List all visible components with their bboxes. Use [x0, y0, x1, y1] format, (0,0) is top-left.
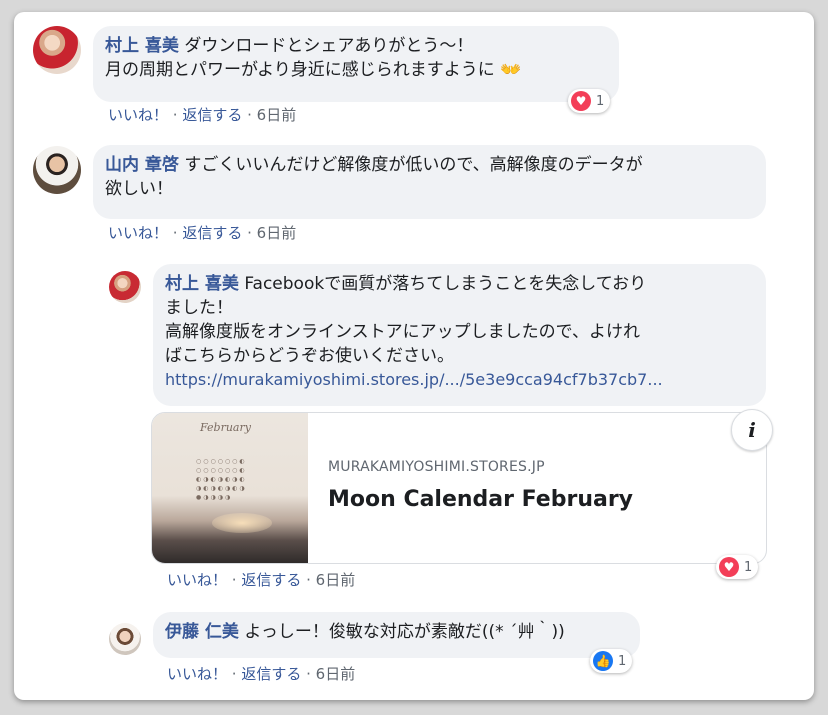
thumbnail-title: February: [200, 421, 251, 434]
comment-actions: いいね！ · 返信する · 6日前: [108, 222, 296, 243]
heart-icon: ♥: [719, 557, 739, 577]
separator: ·: [168, 106, 183, 124]
timestamp[interactable]: 6日前: [316, 665, 356, 683]
separator: ·: [301, 571, 316, 589]
preview-domain: MURAKAMIYOSHIMI.STORES.JP: [328, 459, 545, 475]
reply-text-line: ばこちらからどうぞお使いください。: [165, 346, 454, 366]
reply-text: 村上 喜美 Facebookで画質が落ちてしまうことを失念しており: [165, 272, 754, 296]
open-hands-icon: 👐: [500, 60, 522, 80]
preview-title[interactable]: Moon Calendar February: [328, 487, 633, 512]
reaction-summary[interactable]: ♥ 1: [568, 89, 611, 113]
heart-icon: ♥: [571, 91, 591, 111]
like-link[interactable]: いいね！: [167, 571, 227, 589]
avatar[interactable]: [109, 623, 141, 655]
reply-link[interactable]: 返信する: [182, 106, 242, 124]
reaction-count: 1: [744, 559, 753, 575]
shared-link[interactable]: https://murakamiyoshimi.stores.jp/.../5e…: [165, 368, 754, 392]
comment-text: 月の周期とパワーがより身近に感じられますように 👐: [105, 58, 607, 82]
reply-text-line: 高解像度版をオンラインストアにアップしましたので、よけれ: [165, 322, 640, 342]
like-link[interactable]: いいね！: [108, 224, 168, 242]
comment-text-line: すごくいいんだけど解像度が低いので、高解像度のデータが: [184, 155, 643, 175]
reply-text-line: り: [629, 274, 647, 294]
timestamp[interactable]: 6日前: [257, 224, 297, 242]
comment-text: 山内 章啓 すごくいいんだけど解像度が低いので、高解像度のデータが: [105, 153, 754, 177]
comment-text-line: ダウンロードとシェアありがとう〜！: [184, 36, 474, 56]
thumbs-up-icon: 👍: [593, 651, 613, 671]
comment-bubble: 村上 喜美 ダウンロードとシェアありがとう〜！ 月の周期とパワーがより身近に感じ…: [93, 26, 619, 102]
timestamp[interactable]: 6日前: [257, 106, 297, 124]
link-preview-card[interactable]: February ○○○○○○◐ ○○○○○○◐ ◐◑◐◑◐◑◐ ◑◐◑◐◑◐◑ ●◑◑…: [151, 412, 767, 564]
reply-author[interactable]: 村上 喜美: [165, 274, 239, 294]
separator: ·: [227, 571, 242, 589]
reply-author[interactable]: 伊藤 仁美: [165, 622, 239, 642]
sunset-glow: [212, 513, 272, 533]
reply-actions: いいね！ · 返信する · 6日前: [167, 663, 355, 684]
reply-link[interactable]: 返信する: [241, 665, 301, 683]
separator: ·: [242, 224, 257, 242]
reply-link[interactable]: 返信する: [241, 571, 301, 589]
comment-text-line: 月の周期とパワーがより身近に感じられますように: [105, 60, 495, 80]
preview-info: MURAKAMIYOSHIMI.STORES.JP Moon Calendar …: [328, 413, 748, 563]
reply-text-line: Facebookで画質が落ちてしまうことを失念してお: [244, 274, 630, 294]
reply-bubble: 伊藤 仁美 よっしー！俊敏な対応が素敵だ((* ´艸｀)): [153, 612, 640, 658]
preview-thumbnail: February ○○○○○○◐ ○○○○○○◐ ◐◑◐◑◐◑◐ ◑◐◑◐◑◐◑ ●◑◑…: [152, 413, 308, 563]
reaction-count: 1: [596, 93, 605, 109]
avatar[interactable]: [33, 146, 81, 194]
separator: ·: [227, 665, 242, 683]
separator: ·: [242, 106, 257, 124]
like-link[interactable]: いいね！: [167, 665, 227, 683]
separator: ·: [301, 665, 316, 683]
moon-phase-grid: ○○○○○○◐ ○○○○○○◐ ◐◑◐◑◐◑◐ ◑◐◑◐◑◐◑ ●◑◑◑◑: [196, 458, 247, 501]
reply-actions: いいね！ · 返信する · 6日前: [167, 569, 355, 590]
comment-author[interactable]: 山内 章啓: [105, 155, 179, 175]
reaction-count: 1: [618, 653, 627, 669]
comment-actions: いいね！ · 返信する · 6日前: [108, 104, 296, 125]
comment-text-line: 欲しい！: [105, 179, 173, 199]
comment-text: 村上 喜美 ダウンロードとシェアありがとう〜！: [105, 34, 607, 58]
timestamp[interactable]: 6日前: [316, 571, 356, 589]
reply-text-line: ました！: [165, 298, 233, 318]
avatar[interactable]: [33, 26, 81, 74]
reaction-summary[interactable]: 👍 1: [590, 649, 633, 673]
separator: ·: [168, 224, 183, 242]
like-link[interactable]: いいね！: [108, 106, 168, 124]
reply-text-line: よっしー！俊敏な対応が素敵だ((* ´艸｀)): [244, 622, 565, 642]
reply-bubble: 村上 喜美 Facebookで画質が落ちてしまうことを失念しており ました！ 高…: [153, 264, 766, 406]
avatar[interactable]: [109, 271, 141, 303]
reaction-summary[interactable]: ♥ 1: [716, 555, 759, 579]
info-icon[interactable]: i: [731, 409, 773, 451]
comment-bubble: 山内 章啓 すごくいいんだけど解像度が低いので、高解像度のデータが 欲しい！: [93, 145, 766, 219]
comment-author[interactable]: 村上 喜美: [105, 36, 179, 56]
reply-link[interactable]: 返信する: [182, 224, 242, 242]
